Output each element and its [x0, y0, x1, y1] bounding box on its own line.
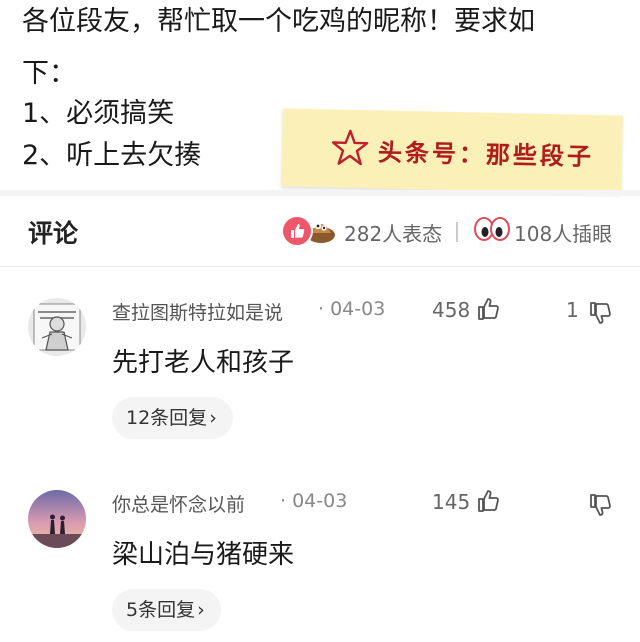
thumbs-up-icon[interactable]	[476, 296, 502, 322]
post-body: 各位段友，帮忙取一个吃鸡的昵称！要求如 下： 1、必须搞笑 2、听上去欠揍 头条…	[0, 0, 640, 194]
thumbs-down-icon[interactable]	[588, 492, 614, 518]
avatar-image	[28, 490, 86, 548]
replies-button[interactable]: 5条回复 ›	[112, 589, 221, 631]
like-reaction-icon[interactable]	[281, 215, 313, 247]
like-count: 458	[432, 298, 471, 322]
comment-date: · 04-03	[280, 490, 348, 512]
comment-username[interactable]: 你总是怀念以前	[112, 490, 245, 517]
avatar[interactable]	[28, 298, 86, 356]
replies-button[interactable]: 12条回复 ›	[112, 397, 233, 439]
avatar-image	[28, 298, 86, 356]
comment-username[interactable]: 查拉图斯特拉如是说	[112, 298, 283, 325]
post-line-1: 各位段友，帮忙取一个吃鸡的昵称！要求如	[22, 6, 535, 37]
avatar[interactable]	[28, 490, 86, 548]
chevron-right-icon: ›	[209, 407, 217, 429]
post-line-3: 1、必须搞笑	[22, 98, 175, 129]
thumbs-down-icon[interactable]	[588, 300, 614, 326]
star-icon	[331, 129, 369, 166]
dislike-count: 1	[566, 298, 579, 322]
watermark-text: 头条号：那些段子	[377, 138, 595, 171]
eyes-count[interactable]: 108人插眼	[514, 218, 612, 247]
reactions-count[interactable]: 282人表态	[344, 218, 442, 247]
chevron-right-icon: ›	[197, 599, 205, 621]
like-count: 145	[432, 490, 471, 514]
replies-label: 12条回复	[126, 407, 208, 429]
comments-title: 评论	[28, 219, 79, 248]
thumbs-up-icon	[291, 224, 305, 238]
thumbs-up-icon[interactable]	[476, 488, 502, 514]
comment-date: · 04-03	[318, 298, 386, 320]
header-separator	[456, 222, 458, 242]
comment-text: 梁山泊与猪硬来	[112, 540, 295, 570]
comment-text: 先打老人和孩子	[112, 348, 295, 378]
post-line-2: 下：	[22, 58, 76, 89]
post-line-4: 2、听上去欠揍	[22, 140, 202, 171]
eyes-icon[interactable]	[474, 215, 510, 243]
replies-label: 5条回复	[126, 599, 196, 621]
watermark-sticker: 头条号：那些段子	[281, 108, 623, 194]
